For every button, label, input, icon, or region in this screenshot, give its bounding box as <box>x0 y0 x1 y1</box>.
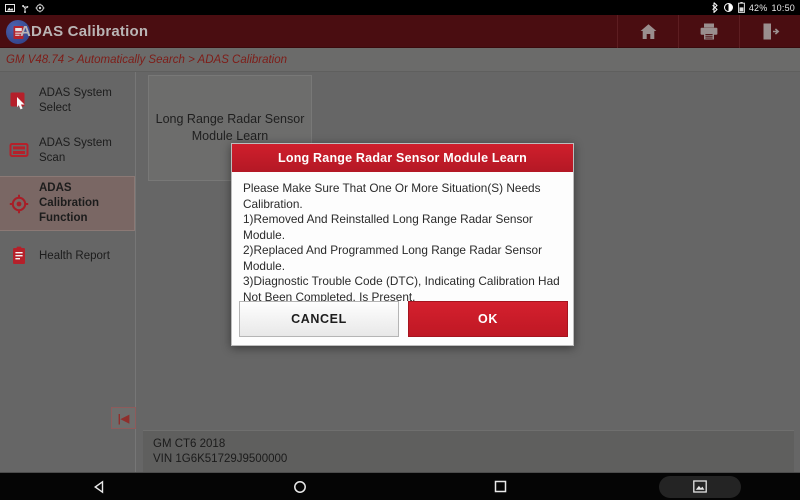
exit-icon <box>763 23 779 40</box>
vehicle-info-bar: GM CT6 2018 VIN 1G6K51729J9500000 <box>143 430 794 472</box>
vehicle-vin: VIN 1G6K51729J9500000 <box>153 453 288 465</box>
dialog-line-1: Please Make Sure That One Or More Situat… <box>243 181 541 211</box>
sidebar-item-health-report[interactable]: Health Report <box>0 231 135 281</box>
home-icon <box>640 24 656 39</box>
cursor-select-icon <box>8 91 30 111</box>
battery-percentage: 42% <box>748 2 768 13</box>
usb-icon <box>20 3 30 13</box>
recents-square-icon <box>494 480 506 493</box>
vehicle-model: GM CT6 2018 <box>153 438 226 450</box>
sidebar-item-label: ADAS System Scan <box>39 137 112 164</box>
ok-button[interactable]: OK <box>408 301 568 337</box>
printer-icon <box>700 23 718 40</box>
header-toolbar <box>617 15 800 48</box>
target-calibration-icon <box>8 194 30 214</box>
nav-screenshot-pill[interactable] <box>659 475 741 498</box>
back-triangle-icon <box>93 479 104 494</box>
module-scan-icon <box>8 141 30 161</box>
breadcrumb[interactable]: GM V48.74 > Automatically Search > ADAS … <box>0 48 800 72</box>
sidebar-item-label: Health Report <box>39 249 110 262</box>
android-nav-bar <box>0 472 800 500</box>
home-circle-icon <box>294 480 306 493</box>
sidebar-item-label: ADAS System Select <box>39 87 112 114</box>
settings-icon <box>35 3 45 13</box>
bluetooth-icon <box>711 2 719 13</box>
clipboard-report-icon <box>8 246 30 266</box>
battery-icon <box>737 2 745 13</box>
confirmation-dialog: Long Range Radar Sensor Module Learn Ple… <box>231 143 574 346</box>
cancel-button[interactable]: CANCEL <box>239 301 399 337</box>
screenshot-icon <box>693 480 707 493</box>
collapse-sidebar-button[interactable]: |◀ <box>111 407 136 429</box>
exit-button[interactable] <box>739 15 800 48</box>
dialog-line-3: 2)Replaced And Programmed Long Range Rad… <box>243 243 543 273</box>
sidebar-item-label: ADAS Calibration Function <box>39 182 100 224</box>
app-header: ADAS Calibration <box>0 15 800 48</box>
android-status-bar: 42% 10:50 <box>0 0 800 15</box>
sidebar-item-adas-system-select[interactable]: ADAS System Select <box>0 76 135 126</box>
nav-recents-button[interactable] <box>400 480 600 493</box>
dialog-title: Long Range Radar Sensor Module Learn <box>232 144 573 172</box>
dialog-body: Please Make Sure That One Or More Situat… <box>232 172 573 305</box>
dialog-line-2: 1)Removed And Reinstalled Long Range Rad… <box>243 212 533 242</box>
brightness-icon <box>723 2 734 13</box>
clock: 10:50 <box>771 2 795 13</box>
dialog-actions: CANCEL OK <box>232 301 575 345</box>
sidebar-item-adas-system-scan[interactable]: ADAS System Scan <box>0 126 135 176</box>
nav-screenshot-button[interactable] <box>600 475 800 498</box>
tablet-screen: 42% 10:50 ADAS Calibration GM V48.74 > A… <box>0 0 800 500</box>
home-button[interactable] <box>617 15 678 48</box>
page-title: ADAS Calibration <box>20 23 149 40</box>
nav-back-button[interactable] <box>0 479 200 494</box>
print-button[interactable] <box>678 15 739 48</box>
sidebar-item-adas-calibration-function[interactable]: ADAS Calibration Function <box>0 176 135 231</box>
function-card-label: Long Range Radar Sensor Module Learn <box>155 112 305 143</box>
nav-home-button[interactable] <box>200 480 400 494</box>
screenshot-icon <box>5 3 15 13</box>
